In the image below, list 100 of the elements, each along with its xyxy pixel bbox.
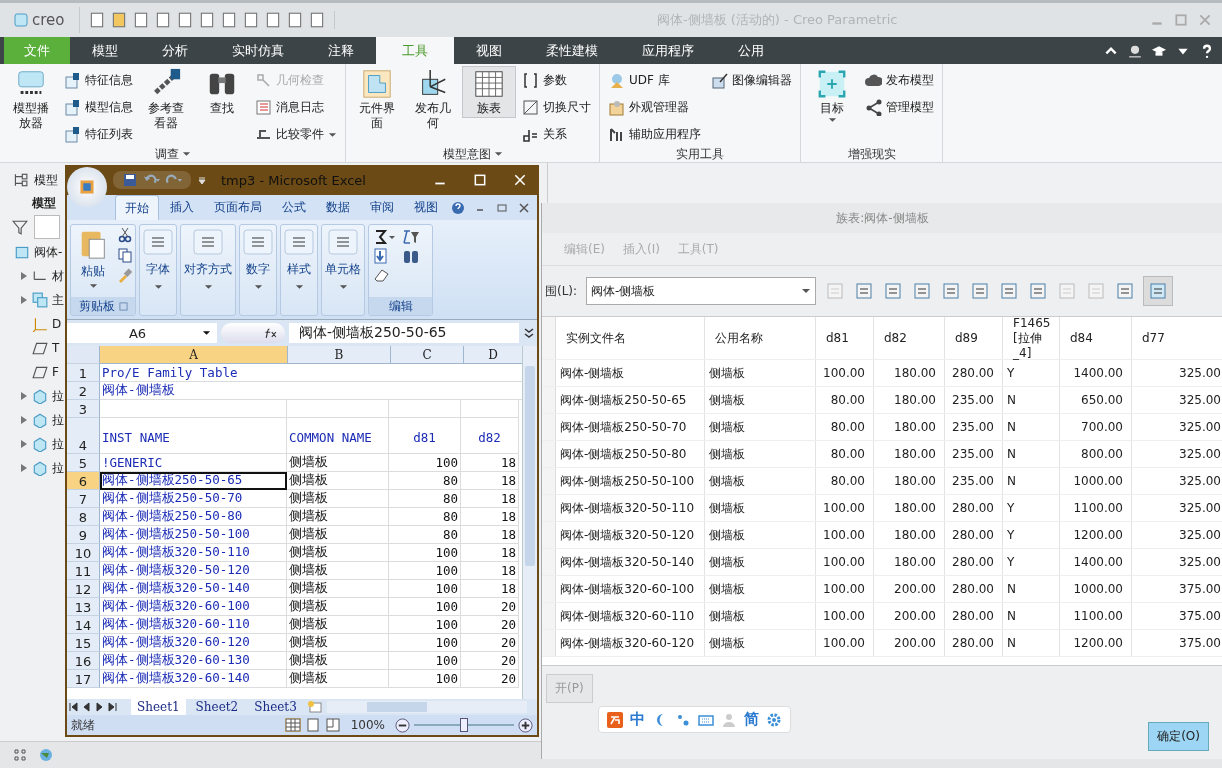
scrollbar[interactable] bbox=[326, 701, 527, 713]
row-header[interactable]: 11 bbox=[67, 562, 100, 580]
column-header[interactable]: d82 bbox=[874, 317, 945, 359]
column-header[interactable]: 实例文件名 bbox=[556, 317, 705, 359]
office-button[interactable] bbox=[67, 167, 107, 207]
row-header[interactable]: 6 bbox=[67, 472, 100, 490]
row-header[interactable]: 15 bbox=[67, 634, 100, 652]
column-header[interactable]: A bbox=[100, 346, 288, 364]
input-mode-toggle[interactable]: 中 bbox=[630, 710, 645, 729]
ribbon-tab[interactable]: 审阅 bbox=[361, 195, 403, 220]
column-header[interactable]: d84 bbox=[1060, 317, 1132, 359]
row-header[interactable]: 5 bbox=[67, 454, 100, 472]
column-header[interactable]: 公用名称 bbox=[705, 317, 816, 359]
column-header[interactable]: B bbox=[288, 346, 391, 364]
row-header[interactable]: 8 bbox=[67, 508, 100, 526]
zoom-out-button[interactable] bbox=[395, 717, 410, 733]
row-header[interactable]: 4 bbox=[67, 418, 100, 454]
ribbon-tab[interactable]: 实时仿真 bbox=[210, 37, 306, 64]
normal-view-icon[interactable] bbox=[284, 718, 301, 732]
zoom-level[interactable]: 100% bbox=[344, 718, 391, 732]
ribbon-button[interactable]: 辅助应用程序 bbox=[604, 122, 705, 147]
ribbon-button[interactable]: 目标 bbox=[805, 66, 859, 125]
script-toggle[interactable]: 简 bbox=[744, 710, 759, 729]
row-header[interactable]: 13 bbox=[67, 598, 100, 616]
ribbon-tab[interactable]: 公式 bbox=[273, 195, 315, 220]
ribbon-tab[interactable]: 模型 bbox=[70, 37, 140, 64]
ribbon-button[interactable]: 外观管理器 bbox=[604, 95, 705, 120]
group-label[interactable]: 增强现实 bbox=[843, 146, 900, 162]
ribbon-button[interactable]: 切换尺寸 bbox=[518, 95, 595, 120]
tree-item[interactable]: 阀体- bbox=[34, 243, 63, 261]
column-header[interactable]: F1465 [拉伸_4] bbox=[1003, 317, 1060, 359]
group-button[interactable]: 样式 bbox=[281, 225, 317, 315]
search-field[interactable] bbox=[34, 215, 60, 239]
filter-icon[interactable] bbox=[12, 219, 28, 235]
row-header[interactable]: 17 bbox=[67, 670, 100, 688]
ribbon-tab[interactable]: 数据 bbox=[317, 195, 359, 220]
column-header[interactable]: d77 bbox=[1132, 317, 1222, 359]
ribbon-button[interactable]: 特征信息 bbox=[60, 68, 137, 93]
group-label[interactable]: 调查 bbox=[150, 146, 195, 162]
ime-logo-icon[interactable] bbox=[607, 711, 623, 728]
row-header[interactable]: 16 bbox=[67, 652, 100, 670]
group-label[interactable]: 实用工具 bbox=[672, 146, 728, 162]
scrollbar[interactable] bbox=[522, 346, 537, 699]
ribbon-tab[interactable]: 公用 bbox=[716, 37, 786, 64]
tree-item[interactable]: 材 bbox=[52, 267, 64, 285]
function-icon[interactable] bbox=[221, 323, 285, 343]
column-header[interactable]: d89 bbox=[945, 317, 1003, 359]
help-icon[interactable] bbox=[451, 200, 465, 215]
lookup-dropdown[interactable]: 阀体-侧墙板 bbox=[586, 277, 817, 305]
group-button[interactable]: 对齐方式 bbox=[181, 225, 235, 315]
ribbon-button[interactable]: 族表 bbox=[462, 66, 516, 118]
sheet-tab[interactable]: Sheet1 bbox=[131, 699, 186, 715]
ribbon-button[interactable]: 消息日志 bbox=[251, 95, 341, 120]
ribbon-button[interactable]: 发布模型 bbox=[861, 68, 938, 93]
grid-icon[interactable] bbox=[12, 747, 28, 763]
name-box[interactable]: A6 bbox=[67, 323, 217, 343]
row-header[interactable]: 9 bbox=[67, 526, 100, 544]
tree-item[interactable]: F bbox=[52, 365, 59, 379]
row-header[interactable]: 14 bbox=[67, 616, 100, 634]
sheet-tab[interactable]: Sheet2 bbox=[189, 699, 245, 715]
column-header[interactable]: C bbox=[391, 346, 464, 364]
ribbon-button[interactable]: 发布几何 bbox=[406, 66, 460, 133]
page-layout-icon[interactable] bbox=[304, 718, 321, 732]
model-tree-tab[interactable]: 模型 bbox=[34, 171, 58, 189]
ribbon-tab[interactable]: 注释 bbox=[306, 37, 376, 64]
ribbon-tab[interactable]: 页面布局 bbox=[205, 195, 271, 220]
ribbon-tab[interactable]: 视图 bbox=[405, 195, 447, 220]
close-icon[interactable] bbox=[517, 200, 531, 215]
formula-bar[interactable]: 阀体-侧墙板250-50-65 bbox=[289, 323, 519, 343]
ribbon-button[interactable]: 管理模型 bbox=[861, 95, 938, 120]
user-icon[interactable] bbox=[1128, 43, 1142, 58]
ribbon-tab[interactable]: 插入 bbox=[161, 195, 203, 220]
ribbon-button[interactable]: 比较零件 bbox=[251, 122, 341, 147]
ribbon-tab[interactable]: 开始 bbox=[115, 195, 159, 220]
group-label[interactable]: 模型意图 bbox=[438, 146, 507, 162]
zoom-in-button[interactable] bbox=[518, 717, 533, 733]
row-header[interactable]: 7 bbox=[67, 490, 100, 508]
ribbon-button[interactable]: 模型信息 bbox=[60, 95, 137, 120]
table-icon[interactable] bbox=[1144, 277, 1173, 305]
settings-icon[interactable] bbox=[766, 711, 782, 728]
dialog-button[interactable]: 确定(O) bbox=[1148, 722, 1209, 751]
globe-icon[interactable] bbox=[38, 747, 54, 763]
row-header[interactable]: 2 bbox=[67, 382, 100, 400]
ribbon-button[interactable]: 图像编辑器 bbox=[707, 68, 796, 93]
tree-item[interactable]: 主 bbox=[52, 291, 64, 309]
help-icon[interactable] bbox=[1200, 43, 1214, 58]
ribbon-tab[interactable]: 视图 bbox=[454, 37, 524, 64]
sheet-tab[interactable]: Sheet3 bbox=[248, 699, 303, 715]
sum-icon[interactable] bbox=[373, 229, 397, 245]
column-header[interactable]: d81 bbox=[816, 317, 874, 359]
ribbon-tab[interactable]: 应用程序 bbox=[620, 37, 716, 64]
ribbon-button[interactable]: 模型播放器 bbox=[4, 66, 58, 133]
row-header[interactable]: 10 bbox=[67, 544, 100, 562]
group-button[interactable]: 数字 bbox=[240, 225, 276, 315]
group-button[interactable]: 字体 bbox=[140, 225, 176, 315]
row-header[interactable]: 3 bbox=[67, 400, 100, 418]
group-button[interactable]: 单元格 bbox=[322, 225, 364, 315]
ribbon-button[interactable]: 关系 bbox=[518, 122, 595, 147]
ribbon-tab[interactable]: 工具 bbox=[376, 37, 454, 64]
tree-item[interactable]: T bbox=[52, 341, 60, 355]
